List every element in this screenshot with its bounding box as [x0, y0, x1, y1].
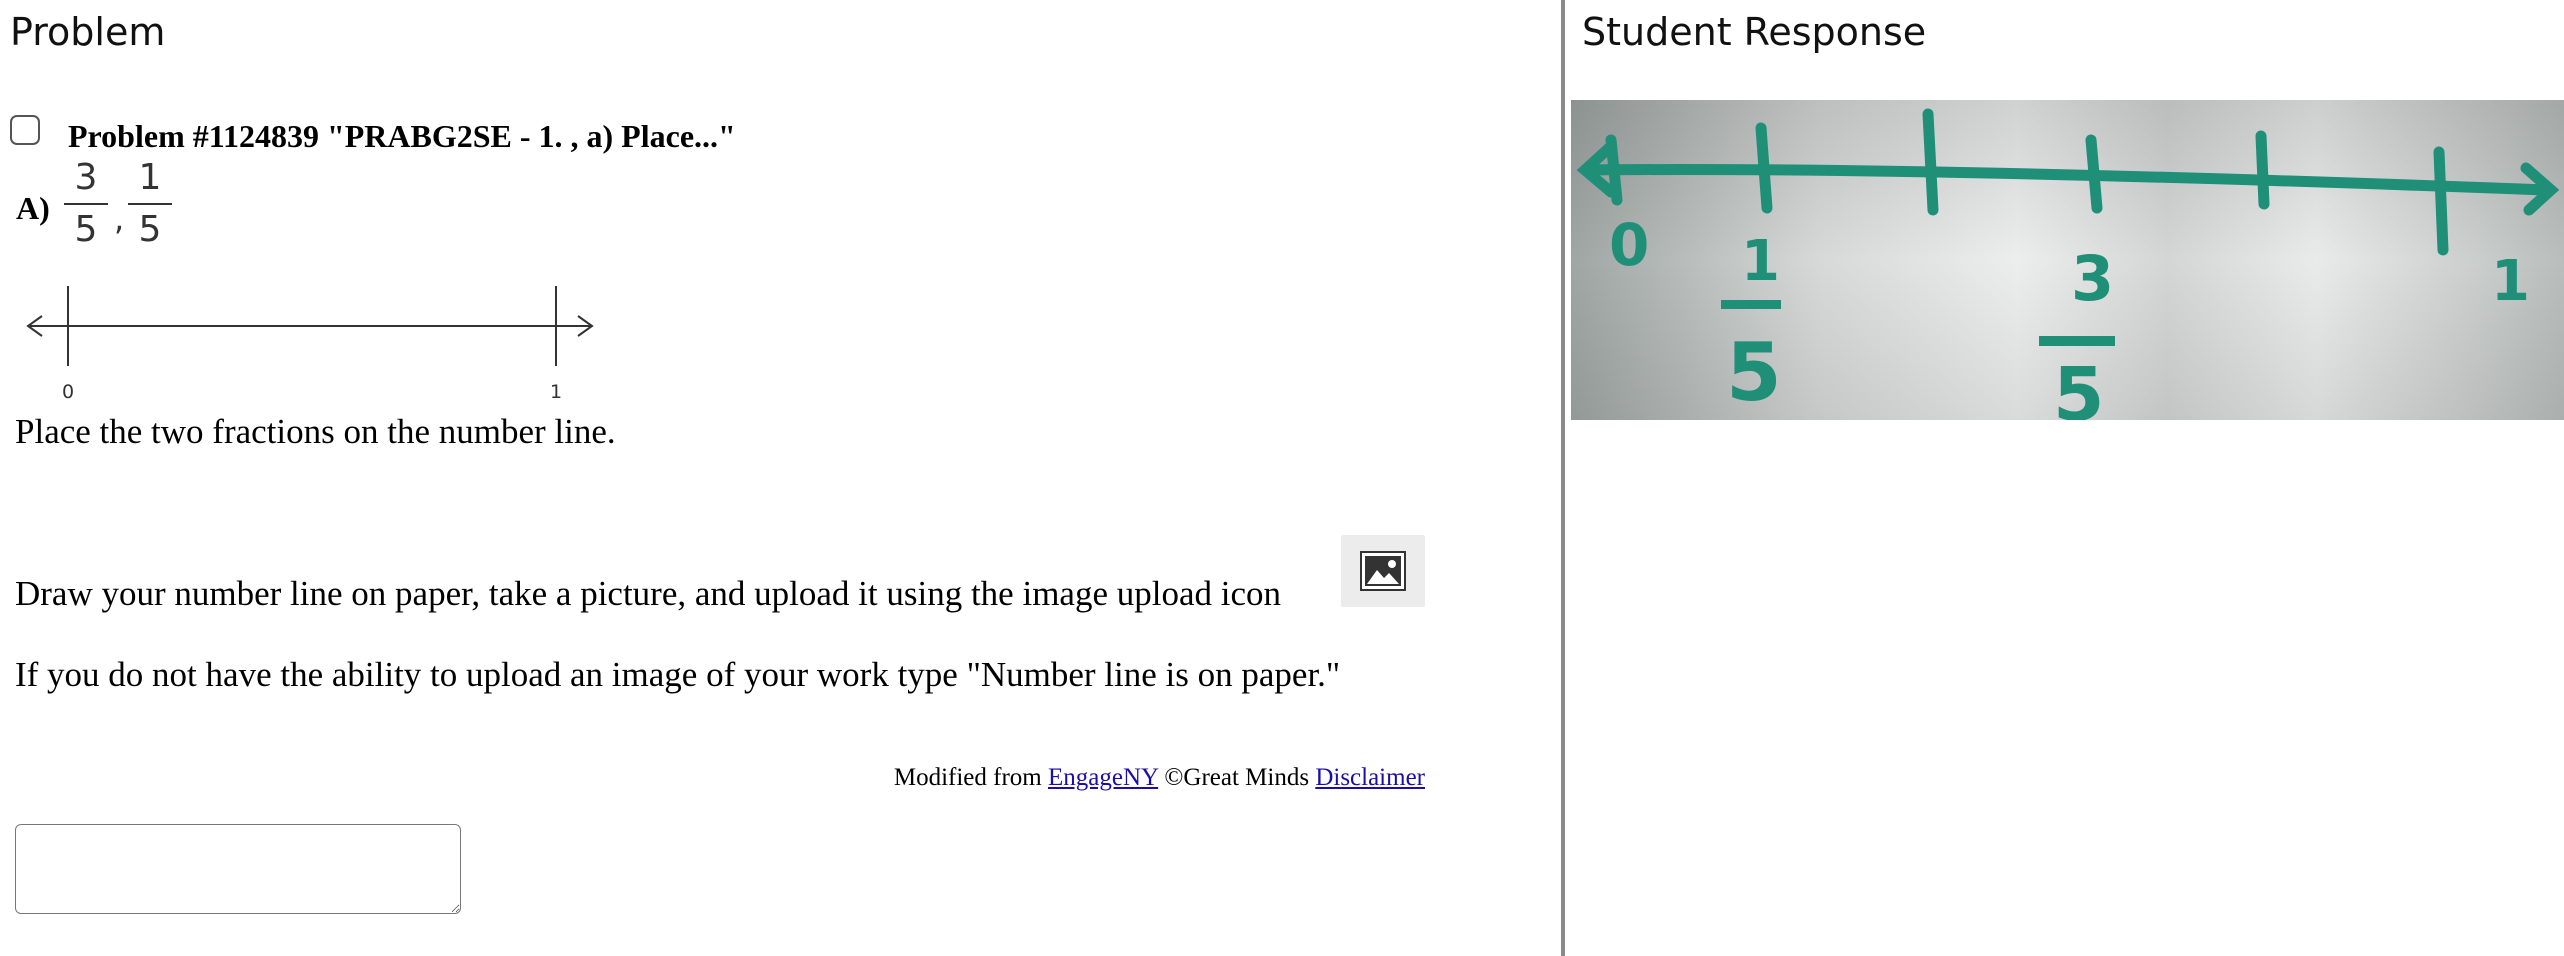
number-line-diagram: 0 1: [26, 286, 594, 403]
number-line-label-one: 1: [550, 381, 562, 403]
photo-label-first-num: 1: [1741, 229, 1780, 294]
student-response-photo: 0 1 5 3 5 1: [1571, 100, 2564, 420]
engageny-link[interactable]: EngageNY: [1048, 764, 1158, 791]
fraction-separator: ,: [114, 200, 125, 238]
problem-panel: Problem Problem #1124839 "PRABG2SE - 1. …: [0, 0, 1560, 956]
marker-tick-zero: [1605, 134, 1623, 206]
photo-label-first-den: 5: [1726, 326, 1782, 419]
fraction-one-fifth: 1 5: [128, 156, 172, 252]
paper-instruction-text: If you do not have the ability to upload…: [15, 655, 1341, 694]
instruction-text: Place the two fractions on the number li…: [15, 412, 616, 451]
disclaimer-link[interactable]: Disclaimer: [1315, 764, 1425, 791]
marker-tick-two-fifths: [1922, 108, 1939, 216]
fraction-bar: [128, 203, 172, 205]
fraction-denominator: 5: [138, 209, 162, 250]
fraction-numerator: 1: [138, 157, 162, 198]
problem-header: Problem #1124839 "PRABG2SE - 1. , a) Pla…: [68, 118, 736, 154]
answer-textarea[interactable]: [15, 824, 461, 914]
photo-label-zero: 0: [1609, 211, 1649, 279]
student-response-title: Student Response: [1582, 10, 1927, 54]
photo-fraction-bar-second: [2039, 336, 2115, 346]
page: Problem Problem #1124839 "PRABG2SE - 1. …: [0, 0, 2564, 956]
marker-tick-three-fifths: [2085, 134, 2103, 214]
upload-instruction-text: Draw your number line on paper, take a p…: [15, 574, 1281, 613]
answer-letter: A): [16, 190, 50, 226]
student-response-panel: Student Response 0 1 5 3 5 1: [1565, 0, 2564, 956]
whiteboard-number-line-photo: 0 1 5 3 5 1: [1571, 100, 2564, 420]
fraction-three-fifths: 3 5: [64, 156, 108, 252]
fraction-denominator: 5: [74, 209, 98, 250]
credits-prefix: Modified from: [893, 764, 1042, 791]
image-upload-icon[interactable]: [1341, 535, 1425, 607]
number-line-label-zero: 0: [62, 381, 74, 403]
fraction-numerator: 3: [74, 157, 98, 198]
fraction-bar: [64, 203, 108, 205]
problem-select-checkbox[interactable]: [10, 115, 40, 145]
photo-label-one: 1: [2491, 249, 2530, 314]
photo-label-second-num: 3: [2071, 242, 2114, 315]
photo-fraction-bar-first: [1721, 300, 1781, 309]
marker-tick-one: [2433, 146, 2449, 256]
photo-label-second-den: 5: [2053, 352, 2105, 420]
credits-line: Modified from EngageNY ©Great Minds Disc…: [894, 764, 1425, 792]
marker-tick-first-fifth: [1755, 122, 1773, 214]
problem-panel-title: Problem: [10, 10, 166, 54]
marker-tick-four-fifths: [2255, 130, 2270, 210]
copyright-text: ©Great Minds: [1164, 764, 1310, 791]
